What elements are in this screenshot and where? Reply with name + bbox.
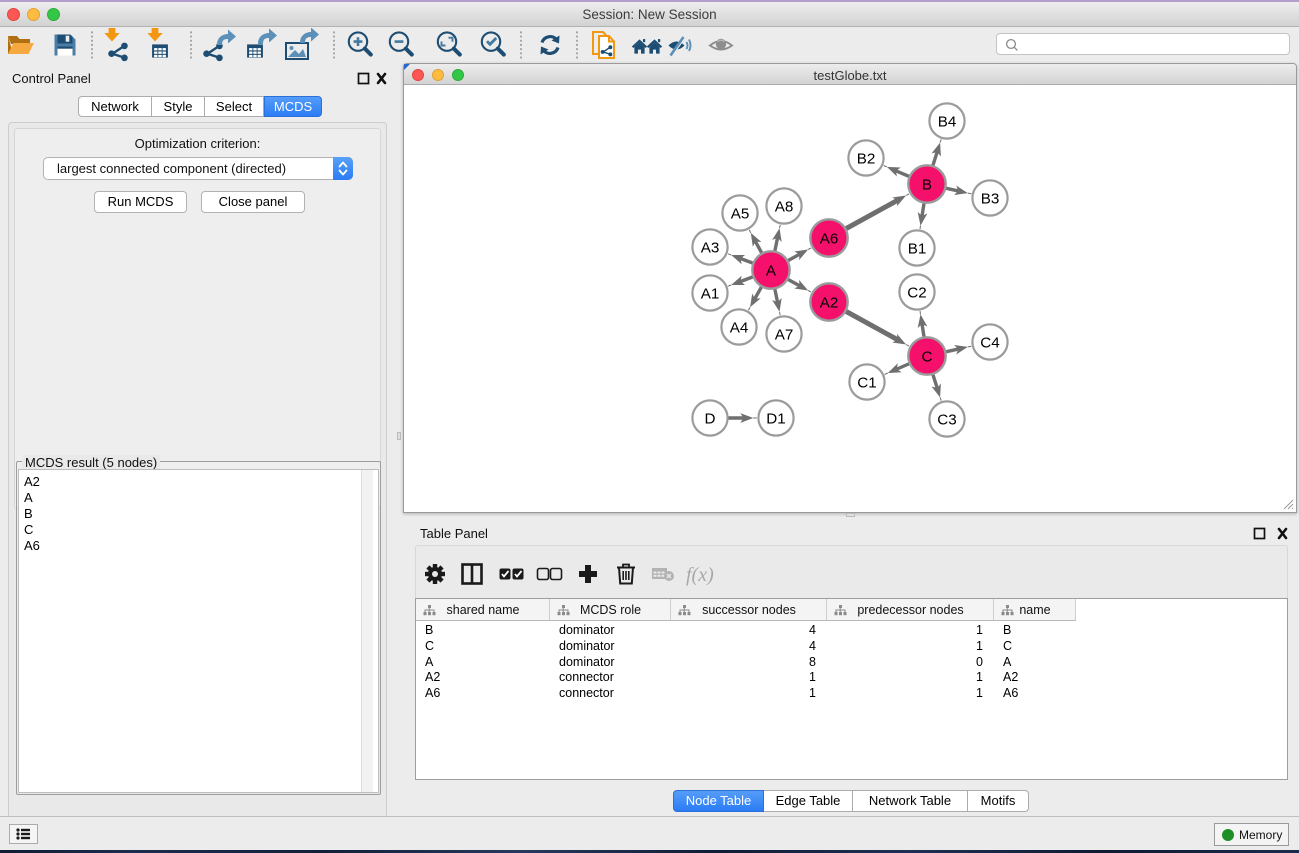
- svg-text:B2: B2: [857, 150, 876, 167]
- svg-text:B1: B1: [908, 240, 927, 257]
- svg-text:A7: A7: [775, 326, 794, 343]
- svg-text:A: A: [766, 262, 777, 279]
- svg-text:B: B: [922, 176, 932, 193]
- svg-text:A3: A3: [701, 239, 720, 256]
- svg-text:A8: A8: [775, 198, 794, 215]
- svg-text:A2: A2: [820, 294, 839, 311]
- svg-text:A5: A5: [731, 205, 750, 222]
- svg-text:A6: A6: [820, 230, 839, 247]
- svg-text:D1: D1: [766, 410, 785, 427]
- svg-text:C4: C4: [980, 334, 999, 351]
- svg-text:f(x): f(x): [686, 564, 714, 586]
- svg-text:A1: A1: [701, 285, 720, 302]
- svg-text:D: D: [705, 410, 716, 427]
- svg-text:B4: B4: [938, 113, 957, 130]
- svg-text:C1: C1: [857, 374, 876, 391]
- svg-text:A4: A4: [730, 319, 749, 336]
- svg-text:C3: C3: [937, 411, 956, 428]
- svg-text:C2: C2: [907, 284, 926, 301]
- svg-text:C: C: [922, 348, 933, 365]
- svg-text:B3: B3: [981, 190, 1000, 207]
